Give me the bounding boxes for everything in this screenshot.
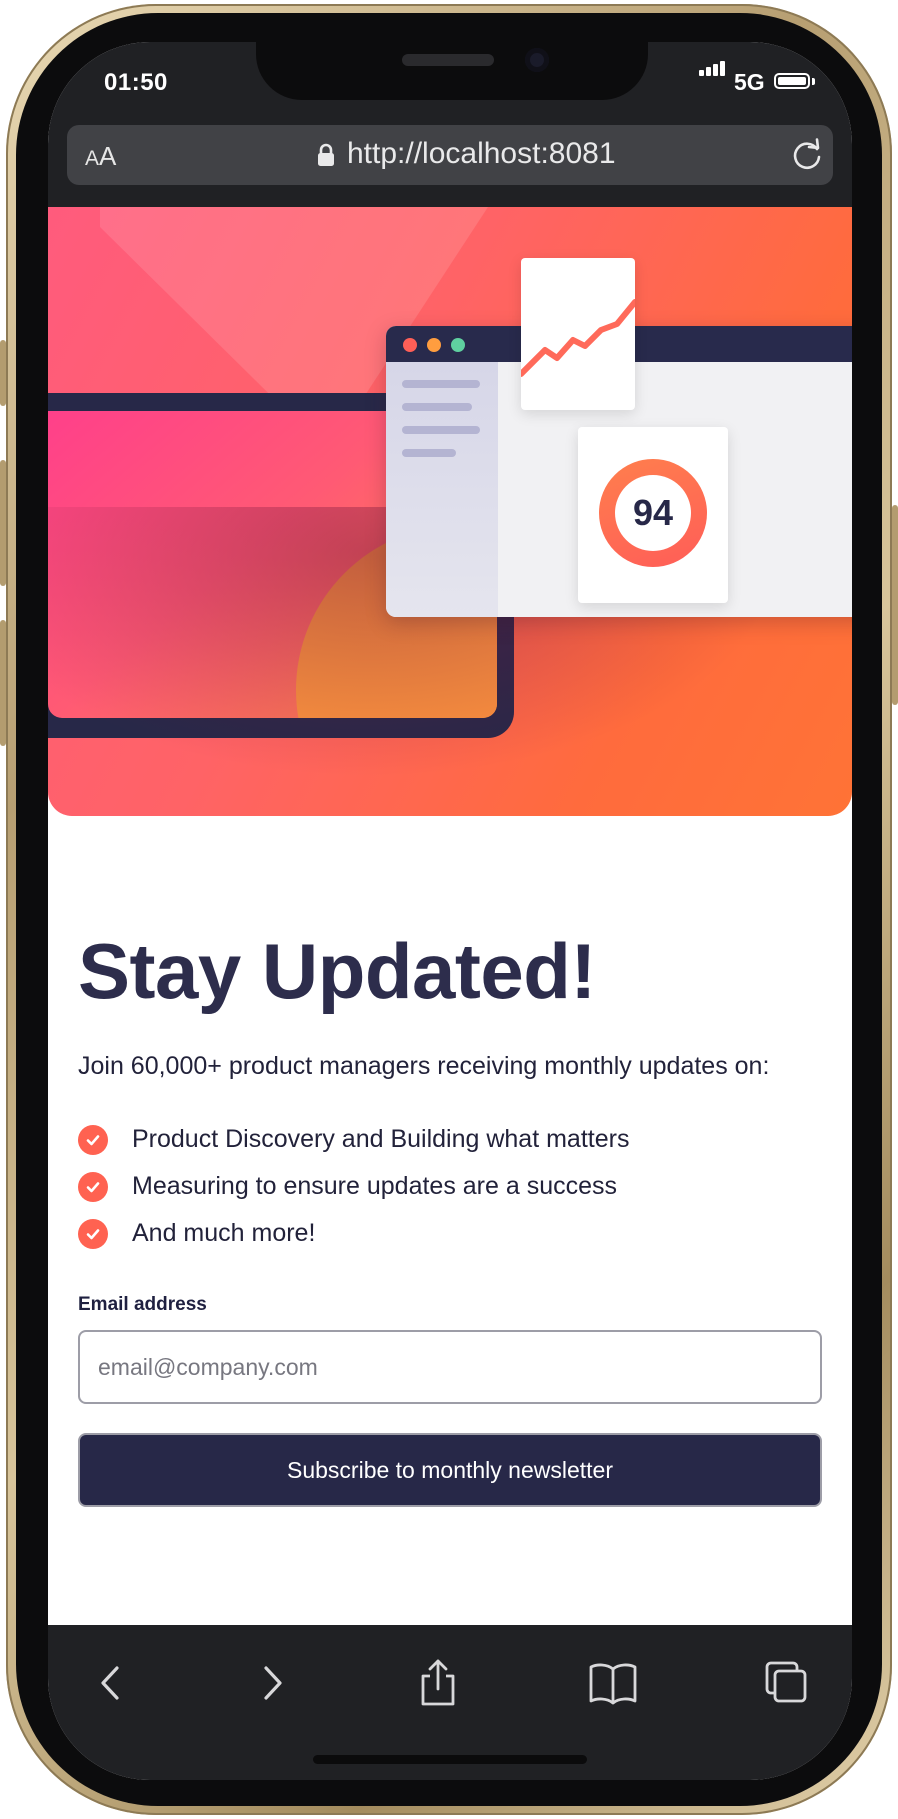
sidebar-line — [402, 403, 472, 411]
volume-down-button — [0, 620, 6, 746]
back-button[interactable] — [81, 1655, 141, 1711]
status-time: 01:50 — [104, 69, 168, 96]
score-card: 94 — [578, 427, 728, 603]
sidebar-line — [402, 426, 480, 434]
battery-icon — [774, 73, 810, 89]
text-size-button[interactable]: AA — [85, 141, 116, 172]
front-camera — [525, 48, 549, 72]
tabs-button[interactable] — [756, 1655, 816, 1711]
list-item: Product Discovery and Building what matt… — [78, 1116, 629, 1163]
intro-text: Join 60,000+ product managers receiving … — [78, 1052, 770, 1080]
back-icon — [101, 1666, 119, 1700]
safari-top-bar: 01:50 5G AA http://localhost:8081 — [48, 42, 852, 207]
window-dot-green — [451, 338, 465, 352]
tabs-icon — [765, 1661, 807, 1703]
trend-line-icon — [518, 299, 638, 377]
sidebar-line — [402, 380, 480, 388]
reload-icon[interactable] — [790, 138, 824, 172]
share-icon — [421, 1659, 455, 1706]
bookmarks-icon — [589, 1663, 637, 1705]
email-field[interactable] — [78, 1330, 822, 1404]
silent-switch — [0, 340, 6, 406]
score-value: 94 — [615, 475, 691, 551]
address-bar[interactable]: AA http://localhost:8081 — [67, 125, 833, 185]
earpiece-speaker — [402, 54, 494, 66]
notch — [256, 42, 648, 100]
score-ring: 94 — [599, 459, 707, 567]
forward-icon — [264, 1666, 282, 1700]
list-item: And much more! — [78, 1210, 629, 1257]
sidebar-line — [402, 449, 456, 457]
share-button[interactable] — [408, 1655, 468, 1711]
check-icon — [78, 1124, 108, 1155]
forward-button[interactable] — [242, 1655, 302, 1711]
network-type: 5G — [734, 69, 765, 95]
power-button — [892, 505, 898, 705]
battery-tip — [812, 78, 815, 85]
check-icon — [78, 1218, 108, 1249]
window-sidebar — [386, 362, 498, 617]
trend-chart-card — [518, 258, 638, 410]
bookmarks-button[interactable] — [583, 1655, 643, 1711]
phone-screen: 01:50 5G AA http://localhost:8081 94 Sta… — [48, 42, 852, 1780]
email-label: Email address — [78, 1294, 207, 1315]
feature-text: Measuring to ensure updates are a succes… — [132, 1172, 617, 1200]
window-dot-orange — [427, 338, 441, 352]
hero-illustration: 94 — [48, 207, 852, 816]
window-dot-red — [403, 338, 417, 352]
list-item: Measuring to ensure updates are a succes… — [78, 1163, 629, 1210]
subscribe-button[interactable]: Subscribe to monthly newsletter — [78, 1433, 822, 1507]
volume-up-button — [0, 460, 6, 586]
url-text[interactable]: http://localhost:8081 — [347, 137, 616, 171]
page-title: Stay Updated! — [78, 927, 596, 1015]
check-icon — [78, 1171, 108, 1202]
lock-icon — [318, 143, 334, 166]
feature-list: Product Discovery and Building what matt… — [78, 1116, 629, 1257]
feature-text: And much more! — [132, 1219, 316, 1247]
battery-level — [778, 77, 806, 85]
home-indicator — [313, 1755, 587, 1764]
feature-text: Product Discovery and Building what matt… — [132, 1125, 630, 1153]
safari-bottom-toolbar — [48, 1625, 852, 1780]
